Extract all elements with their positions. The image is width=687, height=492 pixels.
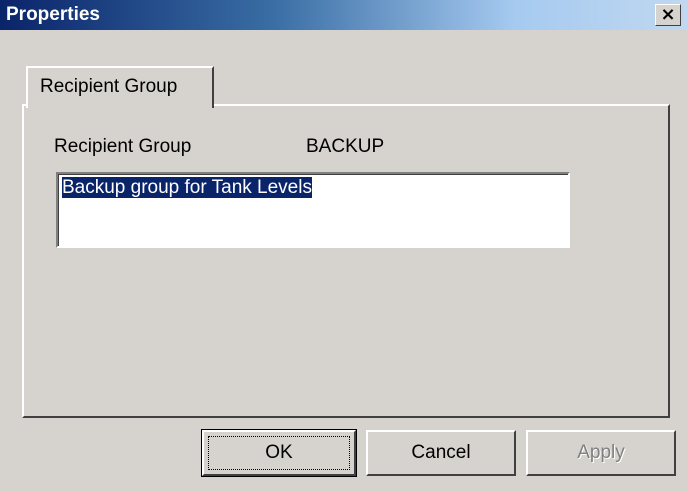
recipient-group-value: BACKUP (306, 136, 385, 157)
recipient-group-label: Recipient Group (54, 136, 192, 157)
apply-button-label: Apply (577, 442, 625, 463)
focus-rectangle (208, 436, 350, 470)
description-text: Backup group for Tank Levels (62, 177, 312, 198)
cancel-button-label: Cancel (411, 442, 471, 463)
properties-dialog: Properties × Recipient Group Recipient G… (0, 0, 687, 492)
tab-panel: Recipient Group BACKUP Backup group for … (22, 104, 670, 418)
tab-label: Recipient Group (40, 76, 178, 97)
title-bar[interactable]: Properties × (0, 0, 687, 30)
cancel-button[interactable]: Cancel (366, 430, 516, 476)
apply-button[interactable]: Apply (526, 430, 676, 476)
close-icon: × (660, 4, 676, 25)
description-field[interactable]: Backup group for Tank Levels (56, 172, 570, 248)
close-button[interactable]: × (655, 4, 681, 26)
tab-recipient-group[interactable]: Recipient Group (26, 66, 214, 108)
ok-button[interactable]: OK (201, 429, 357, 477)
window-title: Properties (6, 4, 100, 25)
